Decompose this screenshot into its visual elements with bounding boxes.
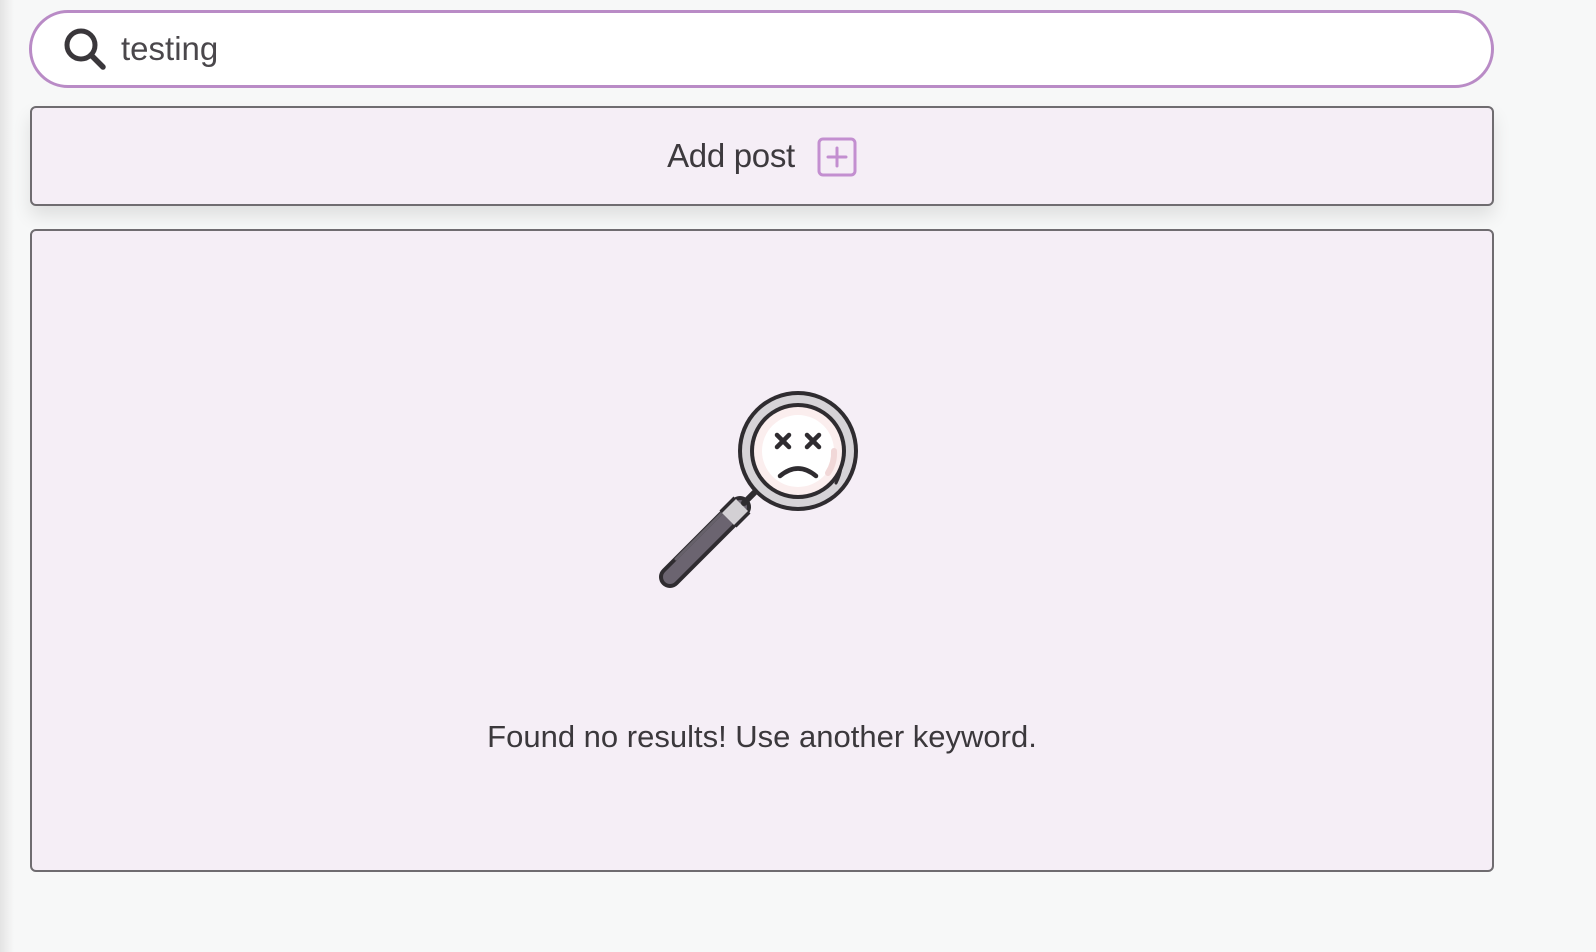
sidebar-edge-shadow: [0, 0, 14, 952]
plus-square-icon: [817, 137, 857, 177]
search-bar[interactable]: [29, 10, 1494, 88]
add-post-label: Add post: [667, 137, 795, 174]
no-results-message: Found no results! Use another keyword.: [487, 719, 1037, 754]
search-input[interactable]: [121, 19, 1491, 79]
results-panel: Found no results! Use another keyword.: [30, 229, 1494, 872]
add-post-button[interactable]: Add post: [30, 106, 1494, 206]
no-results-magnifier-icon: [659, 391, 858, 588]
search-icon: [64, 28, 106, 70]
